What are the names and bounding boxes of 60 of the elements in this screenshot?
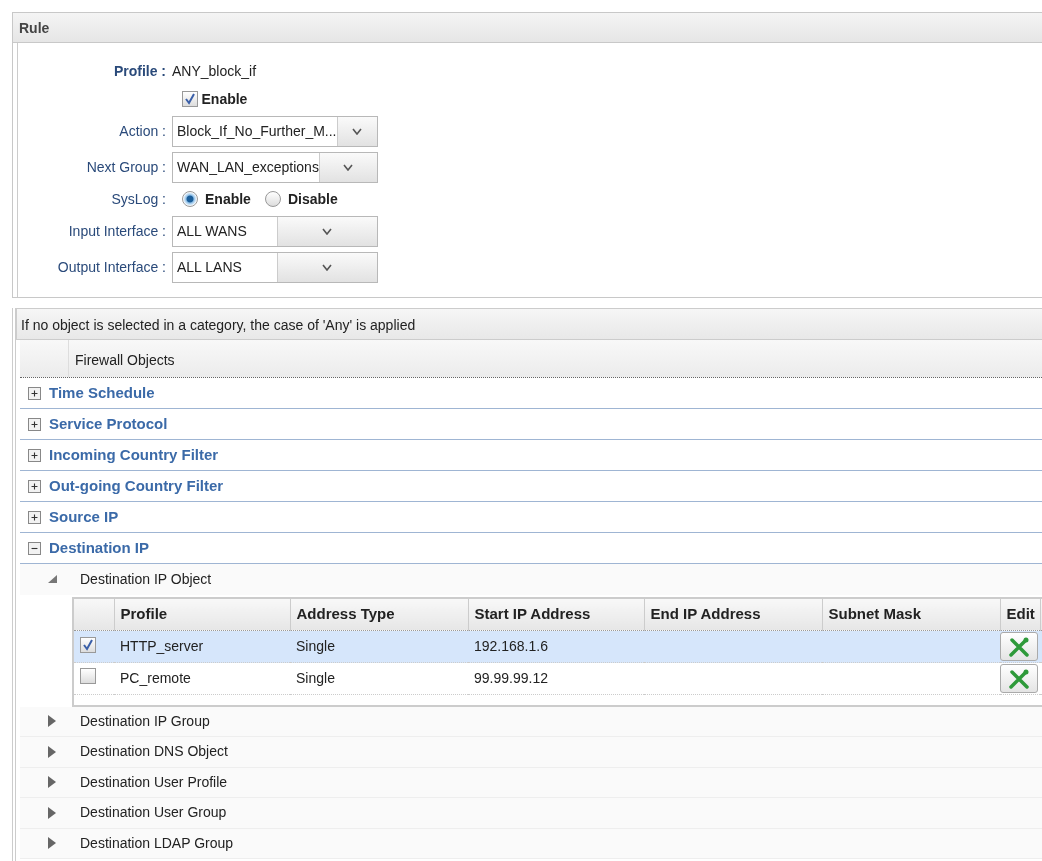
radio-label: Disable bbox=[287, 189, 338, 209]
category-row[interactable]: Service Protocol bbox=[20, 409, 1042, 440]
column-header: End IP Address bbox=[644, 598, 822, 631]
tree-item[interactable]: Destination DNS Object bbox=[20, 737, 1042, 768]
collapsed-triangle-icon[interactable] bbox=[46, 744, 58, 759]
checkbox[interactable] bbox=[182, 91, 198, 107]
collapsed-triangle-icon[interactable] bbox=[46, 805, 58, 820]
tree-item[interactable]: Destination IP Group bbox=[20, 706, 1042, 737]
table-cell: 192.168.1.6 bbox=[474, 638, 548, 654]
expand-icon[interactable] bbox=[28, 510, 41, 524]
collapsed-triangle-icon[interactable] bbox=[46, 714, 58, 729]
expand-icon[interactable] bbox=[28, 417, 41, 431]
table-cell: Single bbox=[296, 638, 335, 654]
expand-icon[interactable] bbox=[28, 386, 41, 400]
field-value: ANY_block_if bbox=[172, 61, 257, 81]
category-row[interactable]: Incoming Country Filter bbox=[20, 440, 1042, 471]
radio-label: Enable bbox=[205, 189, 251, 209]
tree-item[interactable]: Destination LDAP Group bbox=[20, 828, 1042, 859]
dropdown[interactable]: WAN_LAN_exceptions bbox=[172, 151, 378, 183]
table-header: Firewall Objects bbox=[20, 340, 1042, 378]
checkbox[interactable] bbox=[80, 637, 96, 653]
collapse-icon[interactable] bbox=[28, 541, 41, 555]
column-header: Address Type bbox=[290, 598, 468, 631]
expand-icon[interactable] bbox=[28, 448, 41, 462]
column-header: Edit bbox=[1000, 598, 1040, 631]
expand-icon[interactable] bbox=[28, 479, 41, 493]
dropdown[interactable]: ALL LANS bbox=[172, 251, 378, 283]
table-row[interactable]: PC_remote Single 99.99.99.12 bbox=[74, 662, 1042, 695]
column-header: Start IP Address bbox=[468, 598, 644, 631]
edit-button[interactable] bbox=[1000, 664, 1038, 693]
field-label: Profile : bbox=[112, 61, 167, 81]
dropdown[interactable]: ALL WANS bbox=[172, 215, 378, 247]
table-row[interactable]: HTTP_server Single 192.168.1.6 bbox=[74, 630, 1042, 663]
tree-item[interactable]: Destination User Group bbox=[20, 798, 1042, 829]
category-row[interactable]: Source IP bbox=[20, 502, 1042, 533]
dropdown[interactable]: Block_If_No_Further_M... bbox=[172, 115, 378, 147]
radio-button[interactable] bbox=[182, 191, 198, 207]
category-row[interactable]: Out-going Country Filter bbox=[20, 471, 1042, 502]
tree-item[interactable]: Destination IP Object bbox=[20, 564, 1042, 595]
table-cell: 99.99.99.12 bbox=[474, 670, 548, 686]
column-header: Profile bbox=[114, 598, 290, 631]
table-cell: Single bbox=[296, 670, 335, 686]
checkbox-label: Enable bbox=[201, 89, 248, 109]
field-label: Input Interface : bbox=[67, 221, 167, 241]
radio-button[interactable] bbox=[264, 191, 281, 207]
category-row[interactable]: Time Schedule bbox=[20, 378, 1042, 409]
field-label: Next Group : bbox=[85, 157, 167, 177]
tree-item[interactable]: Destination User Profile bbox=[20, 767, 1042, 798]
edit-button[interactable] bbox=[1000, 632, 1038, 661]
field-label: Action : bbox=[118, 121, 167, 141]
collapsed-triangle-icon[interactable] bbox=[46, 836, 58, 851]
table-cell: PC_remote bbox=[120, 670, 191, 686]
field-label: Output Interface : bbox=[56, 257, 167, 277]
collapsed-triangle-icon[interactable] bbox=[46, 775, 58, 790]
checkbox[interactable] bbox=[80, 667, 96, 684]
panel-title: Rule bbox=[13, 13, 1042, 43]
table-cell: HTTP_server bbox=[120, 638, 204, 654]
field-label: SysLog : bbox=[110, 189, 167, 209]
column-header: Subnet Mask bbox=[822, 598, 1000, 631]
notice-text: If no object is selected in a category, the case of 'Any' is applied bbox=[16, 308, 1042, 340]
